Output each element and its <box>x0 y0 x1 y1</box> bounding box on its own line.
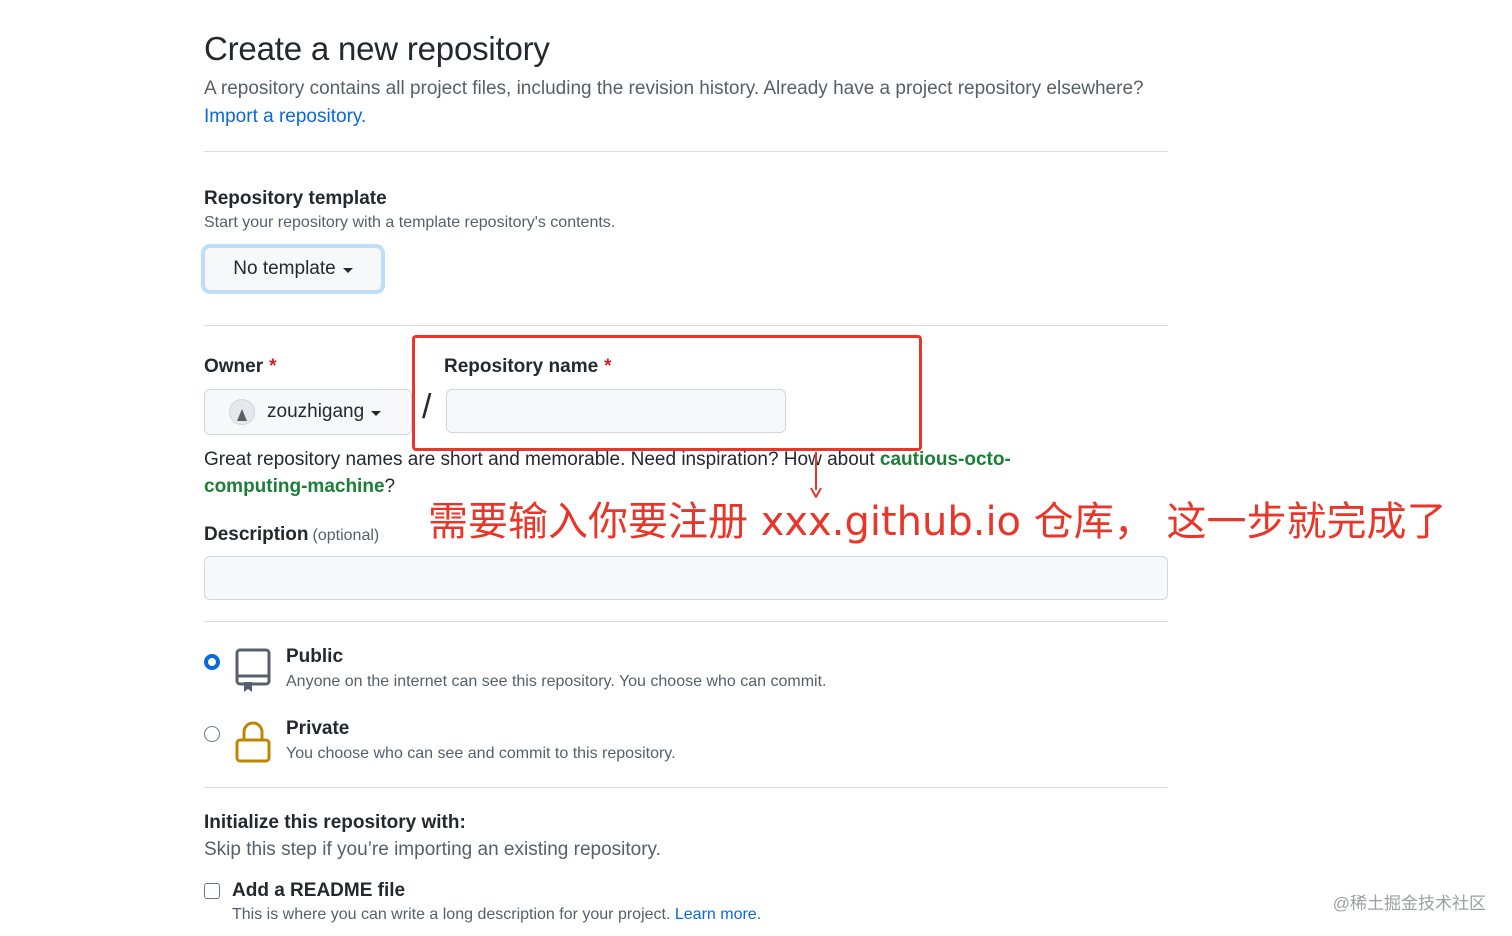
optional-label: (optional) <box>312 527 380 544</box>
private-radio[interactable] <box>204 726 220 742</box>
avatar <box>229 399 255 425</box>
import-repository-link[interactable]: Import a repository. <box>204 106 366 127</box>
caret-down-icon <box>371 411 382 416</box>
divider <box>204 151 1168 152</box>
owner-dropdown[interactable]: zouzhigang <box>204 389 412 435</box>
owner-label: Owner * <box>204 356 277 377</box>
learn-more-link[interactable]: Learn more. <box>675 906 761 923</box>
description-input[interactable] <box>204 556 1168 600</box>
caret-down-icon <box>342 268 353 273</box>
template-dropdown-button[interactable]: No template <box>204 247 382 291</box>
private-option-title: Private <box>286 718 350 739</box>
repo-icon <box>235 648 271 692</box>
page-intro: A repository contains all project files,… <box>204 75 1164 131</box>
divider <box>204 325 1168 326</box>
description-label: Description (optional) <box>204 524 380 545</box>
watermark: @稀土掘金技术社区 <box>1332 894 1486 913</box>
intro-text: A repository contains all project files,… <box>204 78 1144 99</box>
public-option-note: Anyone on the internet can see this repo… <box>286 673 827 690</box>
page-title: Create a new repository <box>204 30 550 67</box>
initialize-section-note: Skip this step if you’re importing an ex… <box>204 839 661 860</box>
divider <box>204 621 1168 622</box>
required-mark: * <box>269 356 277 377</box>
public-radio[interactable] <box>204 654 220 670</box>
initialize-section-title: Initialize this repository with: <box>204 812 466 833</box>
add-readme-checkbox[interactable] <box>204 883 220 899</box>
owner-value: zouzhigang <box>267 401 365 422</box>
annotation-text: 需要输入你要注册 xxx.github.io 仓库， 这一步就完成了 <box>428 499 1447 545</box>
annotation-highlight-box <box>412 335 922 451</box>
avatar-image <box>237 409 247 421</box>
template-section-title: Repository template <box>204 188 387 209</box>
template-button-label: No template <box>233 258 336 279</box>
add-readme-label: Add a README file <box>232 880 406 901</box>
template-section-note: Start your repository with a template re… <box>204 214 616 231</box>
add-readme-note: This is where you can write a long descr… <box>232 906 762 923</box>
lock-icon <box>235 721 271 763</box>
public-option-title: Public <box>286 646 344 667</box>
divider <box>204 787 1168 788</box>
private-option-note: You choose who can see and commit to thi… <box>286 745 676 762</box>
